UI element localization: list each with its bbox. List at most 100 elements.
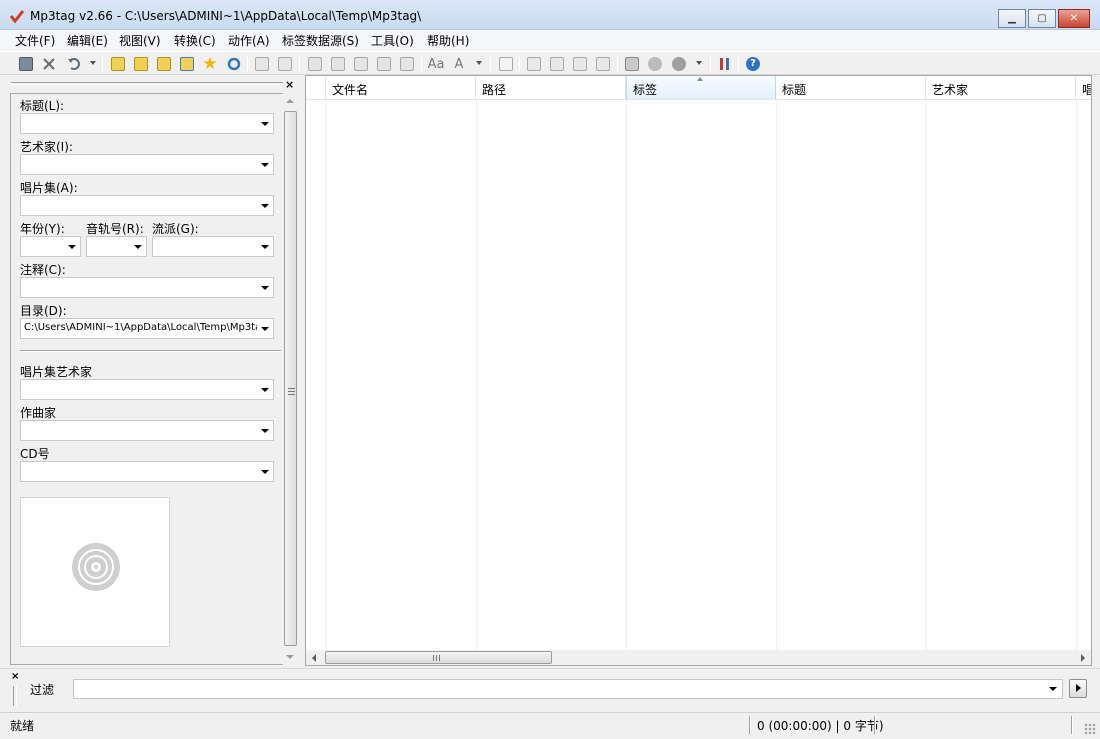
playlist-icon[interactable]	[548, 55, 566, 73]
chevron-down-icon[interactable]	[261, 286, 269, 290]
text-file-to-tag-icon[interactable]	[375, 55, 393, 73]
case-dropdown-icon[interactable]	[476, 61, 482, 65]
autonumber-icon[interactable]: Aa	[427, 55, 445, 73]
save-icon[interactable]	[17, 55, 35, 73]
column-filename[interactable]: 文件名	[326, 76, 476, 99]
album-artist-field[interactable]	[20, 379, 274, 400]
extended-tags-icon[interactable]	[497, 55, 515, 73]
menu-bar: 文件(F) 编辑(E) 视图(V) 转换(C) 动作(A) 标签数据源(S) 工…	[0, 30, 1100, 50]
close-icon: ✕	[1069, 13, 1079, 24]
status-bar: 就绪 0 (00:00:00) | 0 字节)	[0, 712, 1100, 739]
directory-field[interactable]: C:\Users\ADMINI~1\AppData\Local\Temp\Mp3…	[20, 318, 274, 339]
chevron-down-icon[interactable]	[261, 388, 269, 392]
menu-tag-sources[interactable]: 标签数据源(S)	[282, 32, 359, 49]
help-icon[interactable]: ?	[744, 55, 762, 73]
paste-tag-icon[interactable]	[276, 55, 294, 73]
filename-to-tag-icon[interactable]	[329, 55, 347, 73]
folder-open-icon[interactable]	[178, 55, 196, 73]
edit-icon[interactable]	[525, 55, 543, 73]
undo-dropdown-icon[interactable]	[90, 61, 96, 65]
export-icon[interactable]	[398, 55, 416, 73]
scroll-left-icon[interactable]	[312, 654, 316, 662]
web-source-icon[interactable]	[623, 55, 641, 73]
chevron-down-icon[interactable]	[261, 163, 269, 167]
title-label: 标题(L):	[20, 99, 65, 113]
menu-actions[interactable]: 动作(A)	[228, 32, 270, 49]
scroll-thumb[interactable]	[284, 111, 297, 646]
column-album[interactable]: 唱	[1076, 76, 1091, 99]
tag-to-filename-icon[interactable]	[306, 55, 324, 73]
track-label: 音轨号(R):	[86, 222, 144, 236]
panel-grip[interactable]	[11, 82, 283, 85]
column-title[interactable]: 标题	[776, 76, 926, 99]
year-field[interactable]	[20, 236, 81, 257]
tag-panel-scrollbar[interactable]	[283, 93, 298, 665]
maximize-icon: ▢	[1037, 13, 1047, 24]
list-icon[interactable]	[571, 55, 589, 73]
menu-file[interactable]: 文件(F)	[15, 32, 55, 49]
refresh-icon[interactable]	[225, 55, 243, 73]
composer-field[interactable]	[20, 420, 274, 441]
album-field[interactable]	[20, 195, 274, 216]
column-tag[interactable]: 标签	[626, 76, 776, 99]
chevron-down-icon[interactable]	[68, 245, 76, 249]
close-button[interactable]: ✕	[1058, 9, 1090, 28]
title-field[interactable]	[20, 113, 274, 134]
resize-grip[interactable]	[1084, 723, 1096, 735]
scroll-up-icon[interactable]	[286, 99, 294, 103]
number-list-icon[interactable]	[594, 55, 612, 73]
chevron-down-icon[interactable]	[261, 122, 269, 126]
directory-label: 目录(D):	[20, 304, 67, 318]
tag-to-tag-icon[interactable]	[352, 55, 370, 73]
cd-icon	[72, 543, 120, 591]
tools-icon[interactable]	[716, 55, 734, 73]
chevron-down-icon[interactable]	[261, 204, 269, 208]
chevron-down-icon[interactable]	[261, 245, 269, 249]
menu-tools[interactable]: 工具(O)	[371, 32, 414, 49]
minimize-button[interactable]: ▁	[998, 9, 1026, 28]
filter-input[interactable]	[73, 679, 1063, 699]
case-conversion-icon[interactable]: A	[450, 55, 468, 73]
column-artist[interactable]: 艺术家	[926, 76, 1076, 99]
filter-go-button[interactable]	[1069, 679, 1087, 698]
chevron-down-icon[interactable]	[1049, 687, 1057, 691]
maximize-button[interactable]: ▢	[1028, 9, 1056, 28]
chevron-down-icon[interactable]	[261, 327, 269, 331]
file-list[interactable]: 文件名 路径 标签 标题 艺术家 唱	[305, 75, 1092, 666]
change-directory-icon[interactable]	[109, 55, 127, 73]
chevron-down-icon[interactable]	[134, 245, 142, 249]
filter-label: 过滤	[30, 683, 55, 697]
file-list-hscrollbar[interactable]	[306, 650, 1091, 665]
actions-dropdown-icon[interactable]	[696, 61, 702, 65]
menu-convert[interactable]: 转换(C)	[174, 32, 216, 49]
hscroll-thumb[interactable]	[325, 651, 552, 664]
scroll-right-icon[interactable]	[1081, 654, 1085, 662]
add-directory-icon[interactable]	[132, 55, 150, 73]
tag-panel: × 标题(L): 艺术家(I): 唱片集(A): 年份(Y): 音轨号(R): …	[8, 75, 300, 665]
chevron-down-icon[interactable]	[261, 429, 269, 433]
discnumber-field[interactable]	[20, 461, 274, 482]
disc-icon[interactable]	[670, 55, 688, 73]
comment-field[interactable]	[20, 277, 274, 298]
filter-grip[interactable]	[13, 686, 17, 706]
status-ready: 就绪	[10, 719, 35, 733]
track-field[interactable]	[86, 236, 147, 257]
filter-close-icon[interactable]: ×	[11, 671, 19, 682]
menu-help[interactable]: 帮助(H)	[427, 32, 469, 49]
genre-field[interactable]	[152, 236, 274, 257]
cover-art-box[interactable]	[20, 497, 170, 647]
chevron-down-icon[interactable]	[261, 470, 269, 474]
remove-tag-icon[interactable]	[40, 55, 58, 73]
scroll-down-icon[interactable]	[286, 655, 294, 659]
menu-edit[interactable]: 编辑(E)	[67, 32, 108, 49]
menu-view[interactable]: 视图(V)	[119, 32, 161, 49]
copy-tag-icon[interactable]	[253, 55, 271, 73]
undo-icon[interactable]	[65, 55, 83, 73]
discnumber-label: CD号	[20, 447, 50, 461]
panel-close-icon[interactable]: ×	[285, 78, 294, 91]
favorites-icon[interactable]: ★	[201, 55, 219, 73]
folder-icon[interactable]	[155, 55, 173, 73]
globe-icon[interactable]	[646, 55, 664, 73]
column-path[interactable]: 路径	[476, 76, 626, 99]
artist-field[interactable]	[20, 154, 274, 175]
